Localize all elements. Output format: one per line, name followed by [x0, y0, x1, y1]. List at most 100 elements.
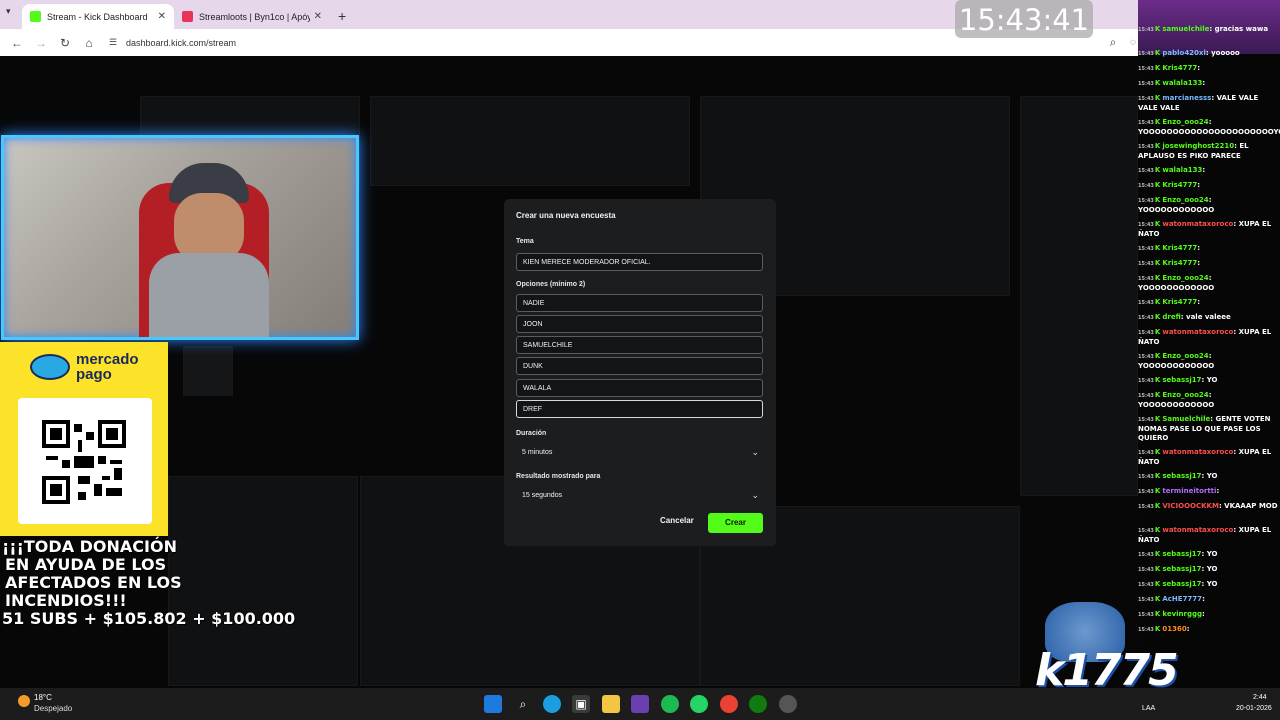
zoom-icon[interactable]: ⌕	[1106, 35, 1120, 50]
chat-username[interactable]: AcHE7777	[1162, 595, 1202, 603]
topic-input[interactable]: KIEN MERECE MODERADOR OFICIAL.	[516, 253, 763, 271]
option-input-4[interactable]: DUNK	[516, 357, 763, 375]
chat-username[interactable]: termineitortti	[1162, 487, 1216, 495]
chat-username[interactable]: Enzo_ooo24	[1162, 352, 1208, 360]
system-time[interactable]: 2:44	[1253, 694, 1267, 701]
chat-username[interactable]: walala133	[1162, 79, 1202, 87]
chat-username[interactable]: pablo420xl	[1162, 49, 1205, 57]
chat-username[interactable]: watonmataxoroco	[1162, 220, 1233, 228]
app-icon[interactable]	[631, 695, 649, 713]
chat-message: 15:43K Kris4777:	[1138, 244, 1280, 254]
handshake-icon	[30, 354, 70, 380]
kick-badge-icon: K	[1154, 391, 1161, 399]
search-icon[interactable]: ⌕	[514, 695, 532, 713]
chat-username[interactable]: Kris4777	[1162, 259, 1197, 267]
donation-line: AFECTADOS EN LOS	[5, 573, 182, 592]
chat-username[interactable]: VICIOOOCKKM	[1162, 502, 1219, 510]
system-date[interactable]: 20-01-2026	[1236, 705, 1272, 712]
message-time: 15:43	[1138, 246, 1154, 252]
chat-username[interactable]: kevinrggg	[1162, 610, 1202, 618]
whatsapp-icon[interactable]	[690, 695, 708, 713]
tab-streamloots[interactable]: Streamloots | Byn1co | Apóyame ✕	[174, 4, 330, 29]
chat-text: :	[1197, 64, 1201, 72]
chat-message: 15:43K watonmataxoroco: XUPA EL ÑATO	[1138, 526, 1280, 545]
chat-username[interactable]: Kris4777	[1162, 244, 1197, 252]
windows-start-icon[interactable]	[484, 695, 502, 713]
language-indicator[interactable]: LAA	[1142, 705, 1155, 712]
result-select[interactable]: 15 segundos ⌄	[516, 487, 763, 505]
chat-text: : gracias wawa	[1209, 25, 1269, 33]
back-icon[interactable]: ←	[10, 36, 24, 50]
chat-username[interactable]: josewinghost2210	[1162, 142, 1234, 150]
chat-username[interactable]: 01360	[1162, 625, 1186, 633]
chat-username[interactable]: Samuelchile	[1162, 415, 1210, 423]
chat-username[interactable]: Kris4777	[1162, 298, 1197, 306]
kick-badge-icon: K	[1154, 550, 1161, 558]
home-icon[interactable]: ⌂	[82, 36, 96, 50]
chat-username[interactable]: watonmataxoroco	[1162, 448, 1233, 456]
chat-username[interactable]: sebassj17	[1162, 565, 1201, 573]
option-input-2[interactable]: JOON	[516, 315, 763, 333]
chat-username[interactable]: sebassj17	[1162, 550, 1201, 558]
chat-text: : YO	[1201, 376, 1218, 384]
chat-text: : YO	[1201, 550, 1218, 558]
chat-username[interactable]: sebassj17	[1162, 580, 1201, 588]
weather-icon[interactable]	[18, 695, 30, 707]
chat-username[interactable]: Kris4777	[1162, 181, 1197, 189]
tab-kick-dashboard[interactable]: Stream - Kick Dashboard ✕	[22, 4, 174, 29]
message-time: 15:43	[1138, 222, 1154, 228]
duration-select[interactable]: 5 minutos ⌄	[516, 444, 763, 462]
forward-icon[interactable]: →	[34, 36, 48, 50]
chat-username[interactable]: Kris4777	[1162, 64, 1197, 72]
chat-message: 15:43K Enzo_ooo24: YOOOOOOOOOOOOOOOOOOOOO…	[1138, 118, 1280, 137]
message-time: 15:43	[1138, 378, 1154, 384]
donation-line: INCENDIOS!!!	[5, 591, 127, 610]
close-tab-icon[interactable]: ✕	[158, 11, 166, 22]
xbox-icon[interactable]	[749, 695, 767, 713]
edge-icon[interactable]	[543, 695, 561, 713]
weather-description[interactable]: Despejado	[34, 704, 72, 713]
store-icon[interactable]: ▣	[572, 695, 590, 713]
chrome-icon[interactable]	[720, 695, 738, 713]
temperature[interactable]: 18°C	[34, 693, 52, 702]
tab-search-icon[interactable]: ▾	[6, 6, 11, 17]
file-explorer-icon[interactable]	[602, 695, 620, 713]
message-time: 15:43	[1138, 168, 1154, 174]
site-info-icon[interactable]: ☰	[106, 37, 120, 48]
option-input-3[interactable]: SAMUELCHILE	[516, 336, 763, 354]
chat-username[interactable]: walala133	[1162, 166, 1202, 174]
kick-badge-icon: K	[1154, 25, 1161, 33]
chat-username[interactable]: watonmataxoroco	[1162, 526, 1233, 534]
chat-username[interactable]: Enzo_ooo24	[1162, 196, 1208, 204]
chat-username[interactable]: sebassj17	[1162, 472, 1201, 480]
chat-username[interactable]: Enzo_ooo24	[1162, 118, 1208, 126]
app-icon[interactable]	[779, 695, 797, 713]
chat-username[interactable]: Enzo_ooo24	[1162, 391, 1208, 399]
chat-username[interactable]: marcianesss	[1162, 94, 1211, 102]
spotify-icon[interactable]	[661, 695, 679, 713]
option-input-1[interactable]: NADIE	[516, 294, 763, 312]
chat-message: 15:43K VICIOOOCKKM: VKAAAP MOD	[1138, 502, 1280, 512]
option-input-6[interactable]: DREF	[516, 400, 763, 418]
close-tab-icon[interactable]: ✕	[314, 11, 322, 22]
reload-icon[interactable]: ↻	[58, 36, 72, 50]
chat-username[interactable]: samuelchile	[1162, 25, 1209, 33]
option-input-5[interactable]: WALALA	[516, 379, 763, 397]
chat-username[interactable]: drefi	[1162, 313, 1180, 321]
kick-badge-icon: K	[1154, 142, 1161, 150]
new-tab-button[interactable]: +	[338, 8, 346, 24]
chat-text: : vale valeee	[1180, 313, 1231, 321]
chat-username[interactable]: watonmataxoroco	[1162, 328, 1233, 336]
create-button[interactable]: Crear	[708, 513, 763, 533]
url-field[interactable]: dashboard.kick.com/stream	[126, 38, 236, 48]
message-time: 15:43	[1138, 612, 1154, 618]
chat-username[interactable]: sebassj17	[1162, 376, 1201, 384]
chat-message: 15:43K Kris4777:	[1138, 259, 1280, 269]
chat-message: 15:43K walala133:	[1138, 166, 1280, 176]
chat-message: 15:43K termineitortti:	[1138, 487, 1280, 497]
donation-line: EN AYUDA DE LOS	[5, 555, 167, 574]
cancel-button[interactable]: Cancelar	[660, 516, 694, 525]
kick-badge-icon: K	[1154, 487, 1161, 495]
message-time: 15:43	[1138, 51, 1154, 57]
chat-username[interactable]: Enzo_ooo24	[1162, 274, 1208, 282]
